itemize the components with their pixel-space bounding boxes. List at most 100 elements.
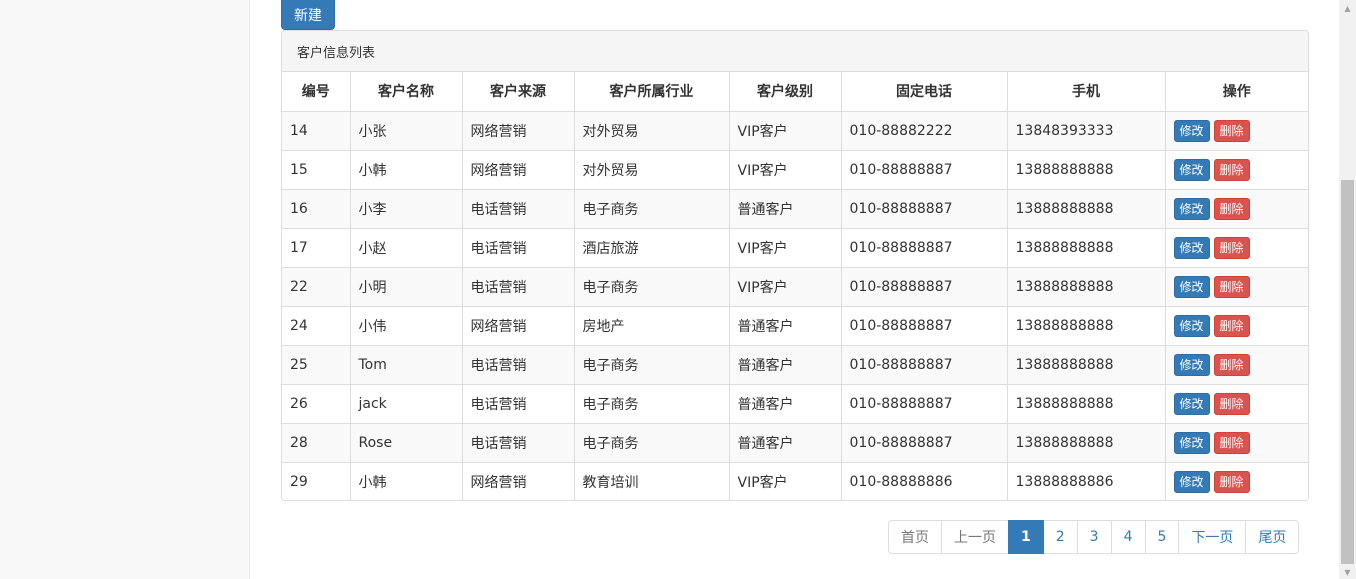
pagination: 首页 上一页 1 2 3 4 5 下一页 尾页 <box>888 520 1300 554</box>
cell-mobile: 13888888888 <box>1007 228 1166 268</box>
cell-industry: 对外贸易 <box>574 111 730 151</box>
table-row: 25 Tom 电话营销 电子商务 普通客户 010-88888887 13888888888… <box>282 345 1308 385</box>
cell-phone: 010-88882222 <box>841 111 1008 151</box>
column-header-level: 客户级别 <box>729 72 842 112</box>
cell-industry: 酒店旅游 <box>574 228 730 268</box>
cell-level: 普通客户 <box>729 306 842 346</box>
edit-button[interactable]: 修改 <box>1173 119 1210 142</box>
edit-button[interactable]: 修改 <box>1173 197 1210 220</box>
cell-id: 28 <box>282 423 351 463</box>
delete-button[interactable]: 删除 <box>1213 236 1250 259</box>
table-row: 28 Rose 电话营销 电子商务 普通客户 010-88888887 1388888888… <box>282 423 1308 463</box>
edit-button[interactable]: 修改 <box>1173 431 1210 454</box>
delete-button[interactable]: 删除 <box>1213 275 1250 298</box>
cell-mobile: 13888888888 <box>1007 306 1166 346</box>
edit-button[interactable]: 修改 <box>1173 314 1210 337</box>
edit-button[interactable]: 修改 <box>1173 275 1210 298</box>
edit-button[interactable]: 修改 <box>1173 392 1210 415</box>
cell-industry: 电子商务 <box>574 345 730 385</box>
table-row: 14 小张 网络营销 对外贸易 VIP客户 010-88882222 13848393333… <box>282 111 1308 151</box>
column-header-name: 客户名称 <box>350 72 463 112</box>
cell-id: 25 <box>282 345 351 385</box>
panel-title: 客户信息列表 <box>282 31 1308 72</box>
column-header-mobile: 手机 <box>1007 72 1166 112</box>
cell-level: VIP客户 <box>729 111 842 151</box>
cell-mobile: 13888888888 <box>1007 384 1166 424</box>
cell-phone: 010-88888887 <box>841 150 1008 190</box>
cell-industry: 电子商务 <box>574 189 730 229</box>
cell-name: 小张 <box>350 111 463 151</box>
cell-source: 电话营销 <box>462 228 575 268</box>
table-header-row: 编号 客户名称 客户来源 客户所属行业 客户级别 固定电话 手机 操作 <box>282 72 1308 112</box>
delete-button[interactable]: 删除 <box>1213 431 1250 454</box>
row-actions: 修改 删除 <box>1173 353 1301 376</box>
edit-button[interactable]: 修改 <box>1173 236 1210 259</box>
cell-mobile: 13888888888 <box>1007 150 1166 190</box>
row-actions: 修改 删除 <box>1173 197 1301 220</box>
cell-level: VIP客户 <box>729 150 842 190</box>
cell-actions: 修改 删除 <box>1165 189 1308 229</box>
cell-phone: 010-88888887 <box>841 189 1008 229</box>
pagination-page-1[interactable]: 1 <box>1008 520 1044 554</box>
scroll-down-arrow-icon[interactable]: ▼ <box>1339 566 1356 578</box>
pagination-first[interactable]: 首页 <box>888 520 942 554</box>
pagination-page-3[interactable]: 3 <box>1076 520 1112 554</box>
cell-source: 网络营销 <box>462 306 575 346</box>
delete-button[interactable]: 删除 <box>1213 119 1250 142</box>
delete-button[interactable]: 删除 <box>1213 353 1250 376</box>
cell-actions: 修改 删除 <box>1165 228 1308 268</box>
cell-name: 小韩 <box>350 462 463 500</box>
scroll-up-arrow-icon[interactable]: ▲ <box>1339 2 1356 14</box>
pagination-page-5[interactable]: 5 <box>1144 520 1180 554</box>
cell-name: Tom <box>350 345 463 385</box>
cell-source: 网络营销 <box>462 150 575 190</box>
delete-button[interactable]: 删除 <box>1213 158 1250 181</box>
row-actions: 修改 删除 <box>1173 275 1301 298</box>
cell-phone: 010-88888887 <box>841 345 1008 385</box>
cell-industry: 电子商务 <box>574 384 730 424</box>
edit-button[interactable]: 修改 <box>1173 158 1210 181</box>
scrollbar-thumb[interactable] <box>1341 180 1354 564</box>
pagination-page-2[interactable]: 2 <box>1042 520 1078 554</box>
row-actions: 修改 删除 <box>1173 158 1301 181</box>
cell-actions: 修改 删除 <box>1165 150 1308 190</box>
cell-id: 14 <box>282 111 351 151</box>
table-row: 16 小李 电话营销 电子商务 普通客户 010-88888887 13888888888 修… <box>282 189 1308 229</box>
delete-button[interactable]: 删除 <box>1213 392 1250 415</box>
column-header-actions: 操作 <box>1165 72 1308 112</box>
cell-phone: 010-88888887 <box>841 228 1008 268</box>
customer-list-panel: 客户信息列表 编号 客户名称 客户来源 客户所属行业 客户级别 固定电话 手机 … <box>281 30 1309 501</box>
table-body: 14 小张 网络营销 对外贸易 VIP客户 010-88882222 13848393333… <box>282 111 1308 500</box>
cell-mobile: 13888888888 <box>1007 345 1166 385</box>
cell-industry: 房地产 <box>574 306 730 346</box>
pagination-next[interactable]: 下一页 <box>1178 520 1247 554</box>
delete-button[interactable]: 删除 <box>1213 470 1250 493</box>
edit-button[interactable]: 修改 <box>1173 470 1210 493</box>
delete-button[interactable]: 删除 <box>1213 314 1250 337</box>
delete-button[interactable]: 删除 <box>1213 197 1250 220</box>
cell-name: 小韩 <box>350 150 463 190</box>
vertical-scrollbar[interactable]: ▲ ▼ <box>1339 0 1356 579</box>
cell-phone: 010-88888886 <box>841 462 1008 500</box>
cell-actions: 修改 删除 <box>1165 345 1308 385</box>
cell-name: jack <box>350 384 463 424</box>
new-customer-button[interactable]: 新建 <box>281 0 335 30</box>
cell-actions: 修改 删除 <box>1165 111 1308 151</box>
cell-level: 普通客户 <box>729 189 842 229</box>
cell-phone: 010-88888887 <box>841 306 1008 346</box>
pagination-page-4[interactable]: 4 <box>1110 520 1146 554</box>
edit-button[interactable]: 修改 <box>1173 353 1210 376</box>
cell-source: 网络营销 <box>462 111 575 151</box>
pagination-prev[interactable]: 上一页 <box>941 520 1009 554</box>
row-actions: 修改 删除 <box>1173 392 1301 415</box>
cell-level: VIP客户 <box>729 267 842 307</box>
customer-table: 编号 客户名称 客户来源 客户所属行业 客户级别 固定电话 手机 操作 14 小张… <box>282 72 1308 500</box>
cell-industry: 对外贸易 <box>574 150 730 190</box>
cell-name: Rose <box>350 423 463 463</box>
cell-mobile: 13888888888 <box>1007 267 1166 307</box>
cell-industry: 电子商务 <box>574 267 730 307</box>
cell-id: 16 <box>282 189 351 229</box>
cell-id: 29 <box>282 462 351 500</box>
cell-industry: 电子商务 <box>574 423 730 463</box>
pagination-last[interactable]: 尾页 <box>1245 520 1300 554</box>
